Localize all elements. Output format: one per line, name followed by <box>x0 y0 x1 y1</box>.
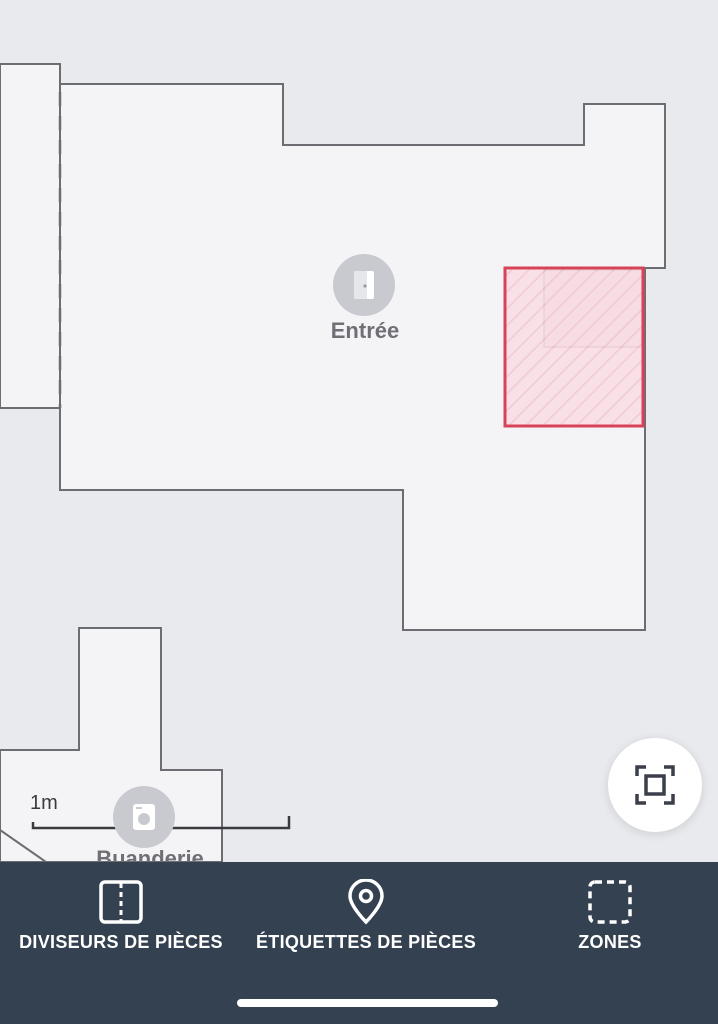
tab-zones[interactable]: ZONES <box>510 862 710 972</box>
door-icon[interactable] <box>333 254 395 316</box>
fit-to-screen-icon <box>635 765 675 805</box>
fit-to-screen-button[interactable] <box>608 738 702 832</box>
floor-map[interactable]: Entrée Buanderie 1m <box>0 0 718 863</box>
home-indicator[interactable] <box>237 999 498 1007</box>
zone-area <box>503 266 645 428</box>
tab-room-dividers[interactable]: DIVISEURS DE PIÈCES <box>0 862 242 972</box>
location-pin-icon <box>348 879 384 925</box>
dashed-square-icon <box>588 880 632 924</box>
washing-machine-icon[interactable] <box>113 786 175 848</box>
room-divider-icon <box>99 880 143 924</box>
tab-room-labels[interactable]: ÉTIQUETTES DE PIÈCES <box>242 862 490 972</box>
left-room <box>0 63 61 409</box>
scale-label: 1m <box>30 792 58 814</box>
floor-plan-drawing <box>0 63 666 863</box>
room-label-buanderie[interactable]: Buanderie <box>70 846 230 862</box>
tab-label-room-labels: ÉTIQUETTES DE PIÈCES <box>255 932 477 952</box>
room-label-entree[interactable]: Entrée <box>300 318 430 344</box>
tab-label-room-dividers: DIVISEURS DE PIÈCES <box>19 932 223 952</box>
tab-label-zones: ZONES <box>578 932 642 952</box>
